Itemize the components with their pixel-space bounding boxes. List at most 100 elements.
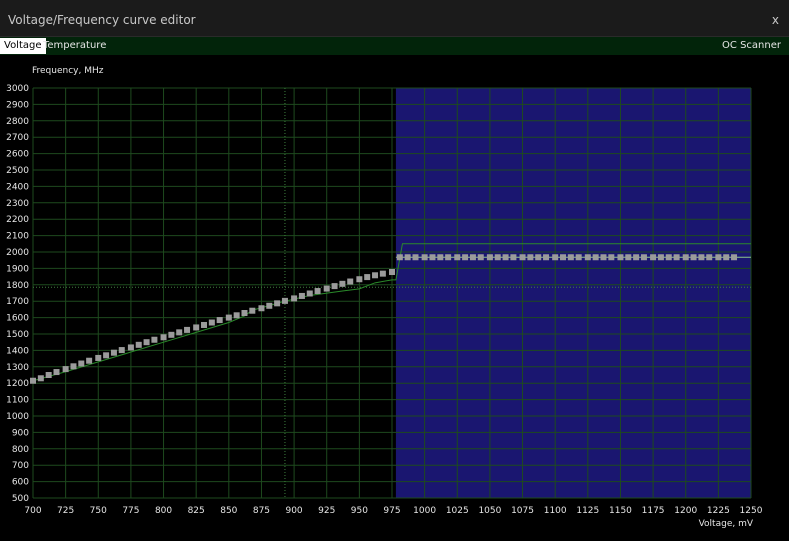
curve-point[interactable] bbox=[347, 278, 354, 285]
curve-point[interactable] bbox=[127, 344, 134, 351]
curve-point[interactable] bbox=[575, 254, 582, 261]
curve-point[interactable] bbox=[723, 254, 730, 261]
curve-point[interactable] bbox=[45, 372, 52, 378]
curve-point[interactable] bbox=[331, 283, 338, 290]
curve-point[interactable] bbox=[184, 326, 191, 333]
curve-point[interactable] bbox=[103, 352, 110, 359]
curve-point[interactable] bbox=[118, 347, 125, 354]
curve-point[interactable] bbox=[715, 254, 722, 261]
curve-point[interactable] bbox=[617, 254, 624, 261]
curve-point[interactable] bbox=[95, 354, 102, 361]
curve-point[interactable] bbox=[37, 375, 44, 382]
y-tick-label: 800 bbox=[12, 445, 29, 455]
curve-point[interactable] bbox=[364, 274, 371, 281]
y-tick-label: 1600 bbox=[6, 314, 29, 324]
curve-point[interactable] bbox=[657, 254, 664, 261]
curve-point[interactable] bbox=[633, 254, 640, 261]
curve-point[interactable] bbox=[535, 254, 542, 261]
curve-point[interactable] bbox=[486, 254, 493, 261]
curve-point[interactable] bbox=[135, 341, 142, 348]
curve-point[interactable] bbox=[241, 310, 248, 317]
curve-point[interactable] bbox=[502, 254, 509, 261]
y-tick-label: 2200 bbox=[6, 215, 29, 225]
y-tick-label: 1400 bbox=[6, 346, 29, 356]
vf-curve-chart[interactable]: 500 600 700 800 900 1000 1100 1200 1300 1400 1500 1… bbox=[0, 0, 789, 541]
curve-point[interactable] bbox=[53, 369, 60, 376]
curve-point[interactable] bbox=[698, 254, 705, 261]
curve-point[interactable] bbox=[682, 254, 689, 261]
curve-point[interactable] bbox=[673, 254, 680, 261]
x-tick-label: 925 bbox=[318, 506, 335, 516]
curve-point[interactable] bbox=[477, 254, 484, 261]
curve-point[interactable] bbox=[379, 270, 386, 277]
curve-point[interactable] bbox=[356, 276, 363, 283]
curve-point[interactable] bbox=[731, 254, 738, 261]
curve-point[interactable] bbox=[437, 254, 444, 261]
curve-point[interactable] bbox=[110, 349, 117, 356]
curve-point[interactable] bbox=[339, 280, 346, 287]
curve-point[interactable] bbox=[298, 292, 305, 299]
curve-point[interactable] bbox=[323, 285, 330, 292]
y-tick-label: 1800 bbox=[6, 281, 29, 291]
curve-point[interactable] bbox=[193, 324, 200, 331]
curve-point[interactable] bbox=[389, 269, 395, 276]
curve-point[interactable] bbox=[176, 329, 183, 336]
curve-point[interactable] bbox=[62, 366, 69, 373]
y-tick-label: 2400 bbox=[6, 182, 29, 192]
curve-point[interactable] bbox=[258, 305, 265, 312]
y-tick-label: 2900 bbox=[6, 100, 29, 110]
curve-point[interactable] bbox=[281, 297, 288, 304]
curve-point[interactable] bbox=[78, 360, 85, 367]
curve-point[interactable] bbox=[552, 254, 559, 261]
curve-point[interactable] bbox=[454, 254, 461, 261]
curve-point[interactable] bbox=[706, 254, 713, 261]
curve-point[interactable] bbox=[70, 363, 77, 370]
curve-point[interactable] bbox=[567, 254, 574, 261]
curve-point[interactable] bbox=[510, 254, 517, 261]
curve-point[interactable] bbox=[690, 254, 697, 261]
curve-point[interactable] bbox=[168, 331, 175, 338]
curve-point[interactable] bbox=[249, 307, 256, 314]
curve-point[interactable] bbox=[519, 254, 526, 261]
curve-point[interactable] bbox=[306, 290, 313, 297]
curve-point[interactable] bbox=[527, 254, 534, 261]
curve-point[interactable] bbox=[314, 288, 321, 295]
curve-point[interactable] bbox=[560, 254, 567, 261]
x-tick-label: 1225 bbox=[707, 506, 730, 516]
curve-point[interactable] bbox=[160, 334, 167, 341]
curve-point[interactable] bbox=[421, 254, 428, 261]
curve-point[interactable] bbox=[608, 254, 615, 261]
curve-point[interactable] bbox=[650, 254, 657, 261]
curve-point[interactable] bbox=[291, 295, 298, 302]
curve-point[interactable] bbox=[462, 254, 469, 261]
curve-point[interactable] bbox=[640, 254, 647, 261]
x-tick-label: 775 bbox=[122, 506, 139, 516]
x-tick-label: 1050 bbox=[478, 506, 501, 516]
curve-point[interactable] bbox=[584, 254, 591, 261]
curve-point[interactable] bbox=[429, 254, 436, 261]
curve-point[interactable] bbox=[600, 254, 607, 261]
curve-point[interactable] bbox=[30, 377, 36, 384]
curve-point[interactable] bbox=[543, 254, 550, 261]
curve-point[interactable] bbox=[469, 254, 476, 261]
curve-point[interactable] bbox=[151, 336, 158, 343]
curve-point[interactable] bbox=[86, 357, 93, 364]
curve-point[interactable] bbox=[216, 317, 223, 324]
curve-point[interactable] bbox=[412, 254, 419, 261]
curve-point[interactable] bbox=[274, 300, 281, 307]
curve-point[interactable] bbox=[396, 254, 403, 261]
curve-point[interactable] bbox=[592, 254, 599, 261]
curve-point[interactable] bbox=[225, 314, 232, 321]
curve-point[interactable] bbox=[143, 339, 150, 346]
curve-point[interactable] bbox=[372, 272, 379, 279]
curve-point[interactable] bbox=[404, 254, 411, 261]
curve-point[interactable] bbox=[625, 254, 632, 261]
y-tick-label: 1700 bbox=[6, 297, 29, 307]
curve-point[interactable] bbox=[445, 254, 452, 261]
curve-point[interactable] bbox=[266, 302, 273, 309]
curve-point[interactable] bbox=[208, 319, 215, 326]
curve-point[interactable] bbox=[201, 321, 208, 328]
curve-point[interactable] bbox=[665, 254, 672, 261]
curve-point[interactable] bbox=[233, 312, 240, 319]
curve-point[interactable] bbox=[494, 254, 501, 261]
